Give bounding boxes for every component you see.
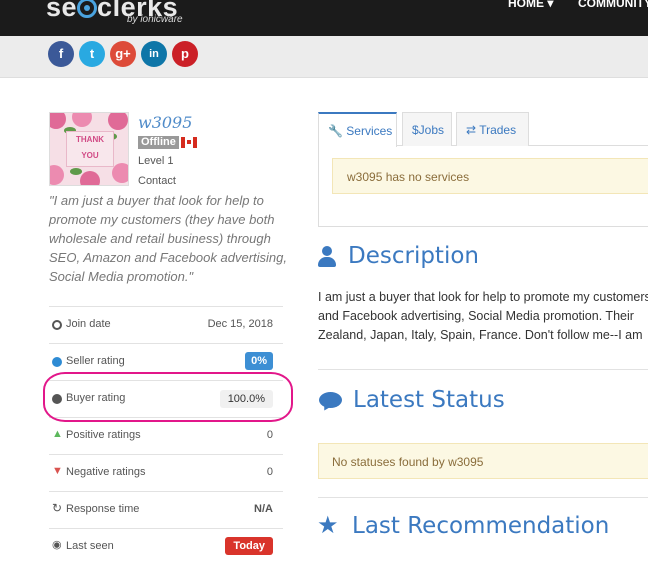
chevron-down-icon: ▾ xyxy=(547,0,554,10)
canada-flag-icon xyxy=(181,137,197,148)
google-plus-icon[interactable]: g+ xyxy=(110,41,136,67)
nav-community[interactable]: COMMUNITY xyxy=(578,0,648,10)
avatar[interactable]: THANK YOU xyxy=(49,112,129,186)
stat-row-response-time: ↻ Response time N/A xyxy=(49,491,283,528)
flower-decoration xyxy=(80,171,100,185)
last-seen-badge: Today xyxy=(225,537,273,555)
stat-row-negative-ratings: ▼ Negative ratings 0 xyxy=(49,454,283,491)
username-link[interactable]: w3095 xyxy=(138,113,192,132)
annotation-circle xyxy=(43,372,293,422)
status-badge: Offline xyxy=(138,136,179,149)
plus-circle-icon xyxy=(52,320,62,330)
facebook-icon[interactable]: f xyxy=(48,41,74,67)
tab-jobs[interactable]: $Jobs xyxy=(402,112,452,146)
stat-row-last-seen: ◉ Last seen Today xyxy=(49,528,283,565)
social-share-bar: f t g+ in p xyxy=(0,36,648,78)
comment-icon xyxy=(319,392,342,413)
thumbs-up-icon: ▲ xyxy=(52,428,63,440)
eye-icon: ◉ xyxy=(52,539,62,551)
contact-link[interactable]: Contact xyxy=(138,175,176,187)
flower-decoration xyxy=(72,113,92,127)
flower-decoration xyxy=(50,113,66,129)
stat-row-positive-ratings: ▲ Positive ratings 0 xyxy=(49,417,283,454)
blue-dot-icon xyxy=(52,357,62,367)
thumbs-down-icon: ▼ xyxy=(52,465,63,477)
divider xyxy=(318,369,648,370)
avatar-card: THANK YOU xyxy=(66,131,114,167)
last-recommendation-heading: Last Recommendation xyxy=(352,513,610,539)
linkedin-icon[interactable]: in xyxy=(141,41,167,67)
description-heading: Description xyxy=(348,243,479,269)
leaf-decoration xyxy=(70,168,82,175)
exchange-icon: ⇄ xyxy=(466,123,477,137)
divider xyxy=(318,497,648,498)
top-navbar: se clerks by ionicware HOME ▾ COMMUNITY xyxy=(0,0,648,36)
flower-decoration xyxy=(50,165,64,185)
logo-ring-icon xyxy=(77,0,98,18)
nav-home[interactable]: HOME ▾ xyxy=(508,0,553,10)
tab-trades[interactable]: ⇄ Trades xyxy=(456,112,529,146)
twitter-icon[interactable]: t xyxy=(79,41,105,67)
stat-row-join-date: Join date Dec 15, 2018 xyxy=(49,306,283,343)
flower-decoration xyxy=(108,113,128,130)
latest-status-heading: Latest Status xyxy=(353,387,505,413)
tab-services[interactable]: 🔧 Services xyxy=(318,112,397,147)
star-icon: ★ xyxy=(317,512,339,539)
user-icon xyxy=(318,246,336,268)
flower-decoration xyxy=(112,163,128,183)
seller-rating-badge: 0% xyxy=(245,352,273,370)
wrench-icon: 🔧 xyxy=(328,124,343,138)
pinterest-icon[interactable]: p xyxy=(172,41,198,67)
services-alert: w3095 has no services xyxy=(332,158,648,194)
description-text: I am just a buyer that look for help to … xyxy=(318,290,648,342)
user-level: Level 1 xyxy=(138,155,174,167)
refresh-icon: ↻ xyxy=(52,501,63,515)
profile-bio: "I am just a buyer that look for help to… xyxy=(49,193,287,284)
status-alert: No statuses found by w3095 xyxy=(318,443,648,479)
logo-subtitle: by ionicware xyxy=(127,14,183,25)
